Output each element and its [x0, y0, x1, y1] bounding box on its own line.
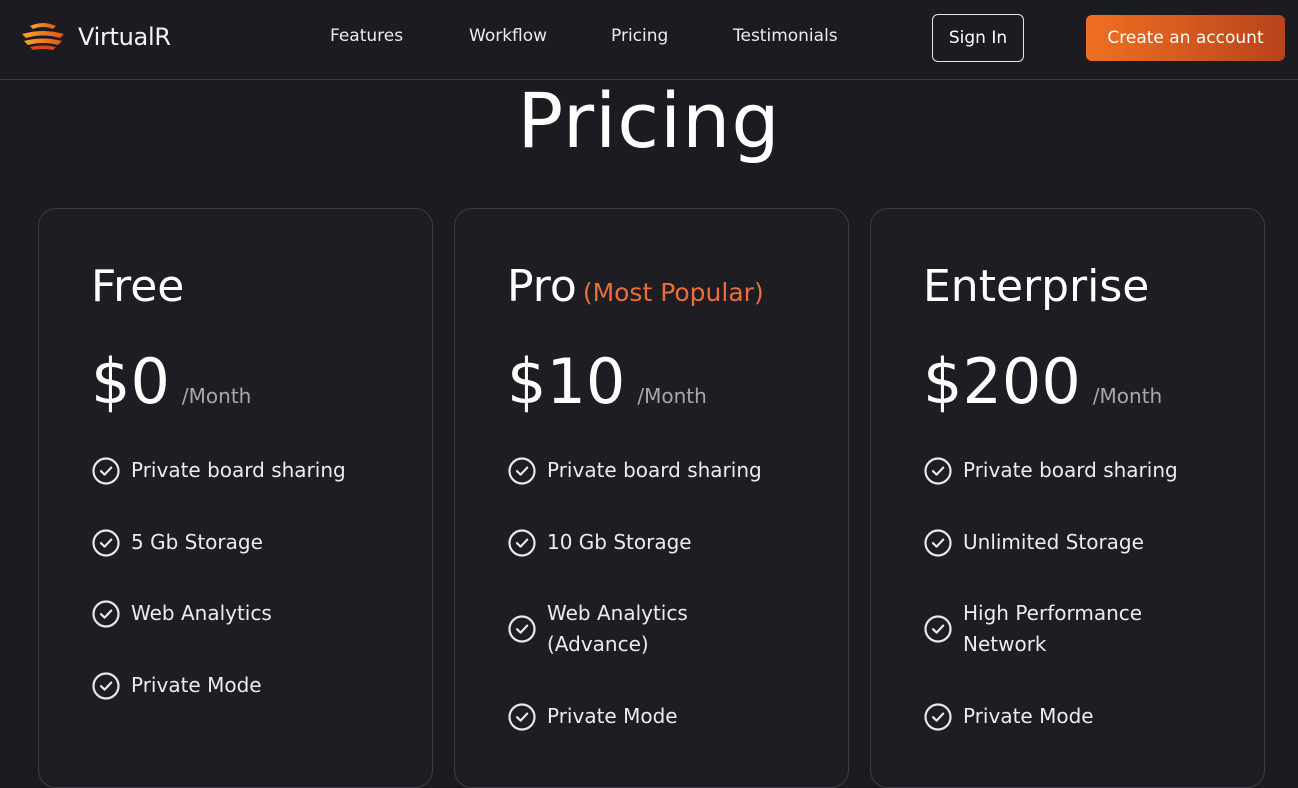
pricing-card-enterprise: Enterprise $200 /Month Private board sha… — [870, 208, 1265, 788]
nav-link-workflow[interactable]: Workflow — [469, 26, 547, 46]
plan-name-text: Free — [91, 261, 185, 312]
feature-item: High Performance Network — [923, 598, 1183, 660]
feature-text: Private Mode — [131, 673, 262, 697]
feature-text: High Performance Network — [963, 601, 1143, 656]
check-circle-icon — [508, 528, 536, 557]
feature-text: Private Mode — [547, 704, 678, 728]
feature-item: Web Analytics — [91, 598, 272, 629]
sign-in-button[interactable]: Sign In — [932, 14, 1024, 62]
plan-name: Enterprise — [923, 261, 1149, 312]
feature-text: Private Mode — [963, 704, 1094, 728]
feature-text: Private board sharing — [131, 458, 346, 482]
check-circle-icon — [92, 528, 120, 557]
feature-text: Private board sharing — [963, 458, 1178, 482]
plan-name: Free — [91, 261, 184, 312]
feature-text: Unlimited Storage — [963, 530, 1144, 554]
nav-link-pricing[interactable]: Pricing — [611, 26, 668, 46]
check-circle-icon — [92, 671, 120, 700]
feature-item: 10 Gb Storage — [507, 527, 692, 558]
nav-link-testimonials[interactable]: Testimonials — [733, 26, 838, 46]
feature-text: Private board sharing — [547, 458, 762, 482]
plan-period: /Month — [1092, 384, 1163, 408]
check-circle-icon — [508, 702, 536, 731]
feature-item: Web Analytics (Advance) — [507, 598, 717, 660]
feature-text: 5 Gb Storage — [131, 530, 263, 554]
check-circle-icon — [508, 615, 536, 643]
plan-name: Pro (Most Popular) — [507, 261, 764, 312]
create-account-button[interactable]: Create an account — [1086, 15, 1285, 61]
logo[interactable]: VirtualR — [20, 20, 171, 54]
feature-item: Private board sharing — [923, 455, 1178, 486]
check-circle-icon — [924, 702, 952, 731]
check-circle-icon — [508, 456, 536, 485]
feature-item: Private Mode — [923, 701, 1094, 732]
feature-item: Unlimited Storage — [923, 527, 1144, 558]
plan-price: $200 — [923, 345, 1081, 418]
page-title: Pricing — [517, 76, 781, 165]
plan-period: /Month — [637, 384, 707, 408]
feature-text: Web Analytics (Advance) — [547, 601, 688, 656]
plan-period: /Month — [181, 384, 252, 408]
feature-item: 5 Gb Storage — [91, 527, 263, 558]
feature-text: Web Analytics — [131, 601, 272, 625]
price-row: $10 /Month — [507, 345, 707, 418]
price-row: $200 /Month — [923, 345, 1162, 418]
navbar: VirtualR Features Workflow Pricing Testi… — [0, 0, 1298, 80]
plan-price: $10 — [507, 345, 626, 418]
feature-item: Private board sharing — [507, 455, 762, 486]
nav-link-features[interactable]: Features — [330, 26, 403, 46]
most-popular-badge: (Most Popular) — [582, 278, 764, 307]
check-circle-icon — [92, 456, 120, 485]
pricing-card-pro: Pro (Most Popular) $10 /Month Private boa… — [454, 208, 849, 788]
feature-item: Private Mode — [91, 670, 262, 701]
brand-name: VirtualR — [78, 23, 171, 51]
plan-name-text: Pro — [507, 261, 577, 312]
plan-name-text: Enterprise — [923, 261, 1150, 312]
price-row: $0 /Month — [91, 345, 251, 418]
pricing-card-free: Free $0 /Month Private board sharing 5 G… — [38, 208, 433, 788]
feature-item: Private Mode — [507, 701, 678, 732]
check-circle-icon — [924, 615, 952, 643]
check-circle-icon — [924, 456, 952, 485]
check-circle-icon — [92, 599, 120, 628]
plan-price: $0 — [91, 345, 170, 418]
feature-text: 10 Gb Storage — [547, 530, 692, 554]
virtualr-logo-icon — [22, 23, 64, 50]
feature-item: Private board sharing — [91, 455, 346, 486]
check-circle-icon — [924, 528, 952, 557]
